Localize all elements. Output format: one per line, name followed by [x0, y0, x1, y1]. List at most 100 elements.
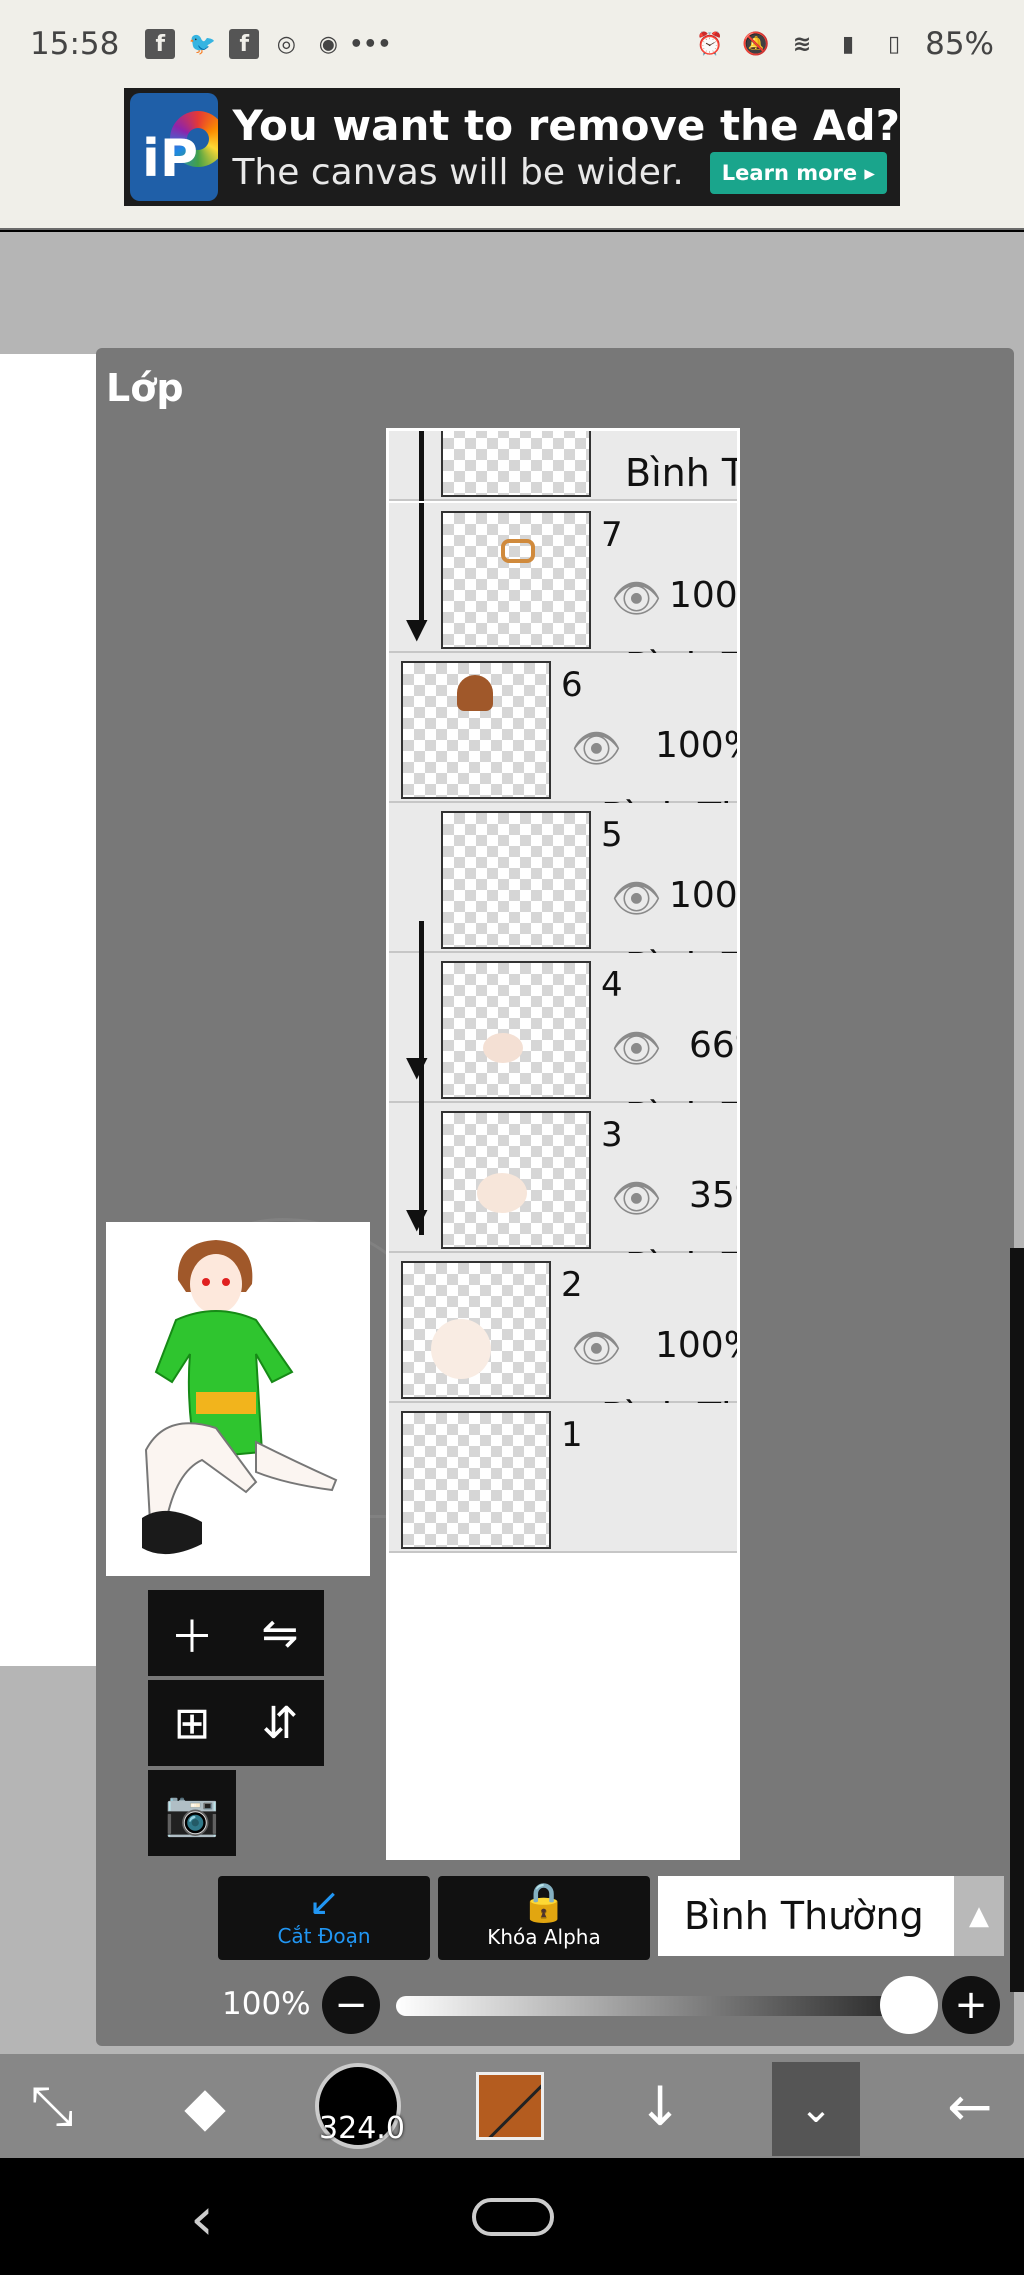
- arrow-down-icon: ↓: [637, 2074, 683, 2138]
- flip-vertical-layer-button[interactable]: ⇵: [1010, 1614, 1024, 1698]
- clip-arrow-icon: ▼: [406, 612, 428, 645]
- transparent-layer-button[interactable]: [1010, 1254, 1024, 1338]
- clipping-indicator: [419, 503, 424, 621]
- import-photo-button[interactable]: 📷: [148, 1770, 236, 1856]
- layer-number: 1: [561, 1415, 583, 1455]
- current-color-swatch: [476, 2072, 544, 2140]
- layer-row[interactable]: ▼ 3 👁 35% Bình Thường: [389, 1103, 737, 1289]
- battery-level: 85%: [925, 26, 994, 62]
- layer-number: 5: [601, 815, 623, 855]
- layer-opacity: 35%: [689, 1175, 737, 1216]
- wifi-icon: ≋: [792, 31, 812, 57]
- add-layer-button[interactable]: ＋: [148, 1590, 236, 1676]
- dropdown-arrow-icon: ▲: [954, 1876, 1004, 1956]
- flip-vertical-icon: ⇵: [261, 1697, 299, 1749]
- eraser-icon: ◆: [184, 2074, 226, 2138]
- alarm-icon: ⏰: [696, 31, 724, 57]
- camera-icon: 📷: [164, 1788, 220, 1839]
- clipping-icon: ↙: [308, 1880, 340, 1924]
- eye-icon[interactable]: 👁: [611, 875, 662, 922]
- alpha-lock-button[interactable]: 🔒 Khóa Alpha: [438, 1876, 650, 1960]
- layer-row[interactable]: 6 👁 100% Bình Thường: [389, 653, 737, 839]
- layer-row[interactable]: ▼ 4 👁 66% Bình Thường: [389, 953, 737, 1139]
- eye-icon[interactable]: 👁: [571, 725, 622, 772]
- flip-horizontal-button[interactable]: ⇋: [236, 1590, 324, 1676]
- clipping-button[interactable]: ↙ Cắt Đoạn: [218, 1876, 430, 1960]
- eye-icon[interactable]: 👁: [611, 575, 662, 622]
- ad-headline: You want to remove the Ad?: [232, 100, 900, 150]
- signal-icon: ▮: [842, 31, 855, 57]
- layer-row[interactable]: 5 👁 100% Bình Thường: [389, 803, 738, 989]
- delete-layer-button[interactable]: 🗑: [1010, 1794, 1024, 1878]
- system-nav-bar: ‹: [0, 2158, 1024, 2275]
- layer-row[interactable]: ▼ 7 👁 100% Bình Thường: [389, 503, 738, 689]
- facebook-icon: f: [145, 29, 176, 59]
- lock-icon: 🔒: [520, 1880, 568, 1924]
- eye-icon[interactable]: 👁: [611, 1025, 662, 1072]
- clipping-label: Cắt Đoạn: [277, 1924, 371, 1948]
- panel-title: Lớp: [106, 366, 184, 410]
- layer-number: 2: [561, 1265, 583, 1305]
- color-button[interactable]: [470, 2054, 550, 2158]
- nav-home-icon[interactable]: [472, 2198, 554, 2236]
- minus-icon: −: [334, 1982, 368, 2028]
- layer-opacity: 100%: [655, 725, 737, 766]
- blend-mode-value: Bình Thường: [684, 1894, 924, 1938]
- character-preview: [142, 1240, 338, 1555]
- add-special-layer-button[interactable]: ⊞: [148, 1680, 236, 1766]
- eraser-button[interactable]: ◆: [160, 2054, 250, 2158]
- opacity-control: 100% − +: [96, 1976, 1014, 2036]
- brush-size-button[interactable]: 324.0: [310, 2054, 406, 2158]
- logo-text: iP: [142, 129, 198, 189]
- move-layer-button[interactable]: ✥: [1010, 1434, 1024, 1518]
- opacity-slider[interactable]: [396, 1996, 916, 2016]
- opacity-decrease-button[interactable]: −: [322, 1976, 380, 2034]
- tool-select-button[interactable]: ⤡: [10, 2054, 94, 2158]
- ad-area: iP You want to remove the Ad? The canvas…: [0, 88, 1024, 230]
- layer-opacity: 100%: [669, 575, 738, 616]
- merge-down-button[interactable]: ⤓: [1010, 1704, 1024, 1788]
- clip-arrow-icon: ▼: [406, 1050, 428, 1083]
- canvas-thumbnail[interactable]: [106, 1222, 370, 1576]
- layer-row[interactable]: 2 👁 100% Bình Thường: [389, 1253, 737, 1439]
- blend-mode-select[interactable]: Bình Thường ▲: [658, 1876, 1004, 1956]
- twitter-icon: 🐦: [188, 31, 217, 57]
- learn-more-button[interactable]: Learn more ▸: [709, 151, 887, 194]
- flip-vertical-button[interactable]: ⇵: [236, 1680, 324, 1766]
- layer-opacity: 100%: [669, 875, 738, 916]
- layer-thumbnail: [401, 661, 551, 799]
- layer-thumbnail: [401, 1261, 551, 1399]
- canvas-area[interactable]: Lớp ＋ ⇋ ⊞ ⇵ 📷 Bình ▼ 7 👁 100 6 👁 100 5 👁…: [0, 232, 1024, 2054]
- eye-icon[interactable]: 👁: [571, 1325, 622, 1372]
- layer-panel: Lớp ＋ ⇋ ⊞ ⇵ 📷 Bình ▼ 7 👁 100 6 👁 100 5 👁…: [96, 348, 1024, 2046]
- layer-blend-mode: Bình Thường: [625, 451, 737, 495]
- notification-icons: f 🐦 f ◎ ◉ •••: [145, 29, 391, 59]
- opacity-slider-knob[interactable]: [880, 1976, 938, 2034]
- ad-banner[interactable]: iP You want to remove the Ad? The canvas…: [124, 88, 900, 206]
- layer-thumbnail: [441, 511, 591, 649]
- layer-row[interactable]: 1: [389, 1403, 737, 1553]
- thumbnail-tools: ＋ ⇋ ⊞ ⇵ 📷: [148, 1590, 334, 1866]
- mute-icon: 🔕: [742, 31, 770, 57]
- battery-icon: ▯: [888, 31, 901, 57]
- ad-subline: The canvas will be wider.: [232, 152, 684, 193]
- double-chevron-down-icon: ⌄: [772, 2061, 860, 2156]
- layer-down-button[interactable]: ↓: [620, 2054, 700, 2158]
- layer-number: 4: [601, 965, 623, 1005]
- nav-back-icon[interactable]: ‹: [190, 2184, 214, 2254]
- layer-thumbnail: [401, 1411, 551, 1549]
- clip-arrow-icon: ▼: [406, 1202, 428, 1235]
- layer-list[interactable]: Bình Thường ▼ 7 👁 100% Bình Thường: [386, 428, 740, 1860]
- layer-opacity: 66%: [689, 1025, 737, 1066]
- opacity-increase-button[interactable]: +: [942, 1976, 1000, 2034]
- swap-layer-button[interactable]: ⇄: [1010, 1344, 1024, 1428]
- arrow-left-icon: ←: [947, 2074, 993, 2138]
- back-button[interactable]: ←: [930, 2054, 1010, 2158]
- flip-horizontal-layer-button[interactable]: ⇋: [1010, 1524, 1024, 1608]
- layer-panel-button[interactable]: ⌄: [772, 2054, 860, 2158]
- plus-icon: +: [954, 1982, 988, 2028]
- layer-row[interactable]: Bình Thường: [389, 431, 737, 501]
- more-options-button[interactable]: ⋮: [1010, 1884, 1024, 1968]
- eye-icon[interactable]: 👁: [611, 1175, 662, 1222]
- brush-size-icon: 324.0: [315, 2063, 405, 2149]
